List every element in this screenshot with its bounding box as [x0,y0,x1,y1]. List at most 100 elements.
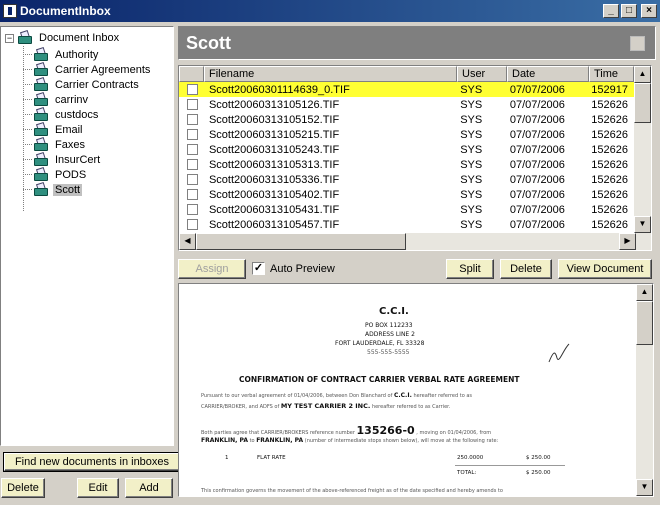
cell-date: 07/07/2006 [509,203,565,216]
vertical-scrollbar[interactable]: ▲ ▼ [634,66,651,233]
tree-item-label: carrinv [55,93,89,106]
doc-total-label: TOTAL: [457,470,477,476]
row-checkbox[interactable] [187,159,198,170]
tree-item-email[interactable]: Email [23,121,85,137]
tree-edit-button[interactable]: Edit [77,478,119,498]
close-button[interactable]: × [641,4,657,18]
document-preview[interactable]: C.C.I. PO BOX 112233 ADDRESS LINE 2 FORT… [178,283,654,497]
delete-document-button[interactable]: Delete [500,259,552,279]
cell-time: 152626 [591,128,629,141]
tree-item-label: Authority [55,48,99,61]
cell-date: 07/07/2006 [509,83,565,96]
tree-item-carrier-agreements[interactable]: Carrier Agreements [23,61,152,77]
tree-item-authority[interactable]: Authority [23,46,100,62]
preview-page: C.C.I. PO BOX 112233 ADDRESS LINE 2 FORT… [179,284,634,496]
preview-scroll-up-icon[interactable]: ▲ [636,284,653,301]
cell-user: SYS [460,113,483,126]
table-row[interactable]: Scott20060313105126.TIF SYS 07/07/2006 1526… [179,97,634,112]
row-checkbox[interactable] [187,219,198,230]
doc-para2-d: to [249,438,255,444]
checkbox-column-header[interactable] [179,66,204,82]
scroll-left-icon[interactable]: ◀ [179,233,196,250]
scroll-down-icon[interactable]: ▼ [634,216,651,233]
preview-vertical-scrollbar[interactable]: ▲ ▼ [636,284,653,496]
cell-date: 07/07/2006 [509,188,565,201]
find-new-documents-button[interactable]: Find new documents in inboxes [3,452,181,472]
auto-preview-option[interactable]: ✓ Auto Preview [252,262,335,275]
split-button[interactable]: Split [446,259,494,279]
doc-para1-c: hereafter referred to as [413,393,473,399]
maximize-button[interactable]: □ [621,4,637,18]
table-row[interactable]: Scott20060313105215.TIF SYS 07/07/2006 1526… [179,127,634,142]
cell-filename: Scott20060313105457.TIF [208,218,340,231]
tree-item-faxes[interactable]: Faxes [23,136,87,152]
table-row[interactable]: Scott20060313105402.TIF SYS 07/07/2006 1526… [179,187,634,202]
tree-item-label: Scott [53,183,83,196]
inbox-tree[interactable]: − Document Inbox Authority Carrier Agreem… [0,26,174,446]
tree-item-custdocs[interactable]: custdocs [23,106,100,122]
tree-root-label: Document Inbox [39,32,120,44]
collapse-icon[interactable]: − [5,33,14,43]
row-checkbox[interactable] [187,144,198,155]
view-document-button[interactable]: View Document [558,259,652,279]
table-row[interactable]: Scott20060313105152.TIF SYS 07/07/2006 1526… [179,112,634,127]
auto-preview-checkbox[interactable]: ✓ [252,262,265,275]
row-checkbox[interactable] [187,84,198,95]
table-row[interactable]: Scott20060313105243.TIF SYS 07/07/2006 1526… [179,142,634,157]
cell-user: SYS [460,173,483,186]
cell-filename: Scott20060313105336.TIF [208,173,340,186]
cell-date: 07/07/2006 [509,143,565,156]
row-checkbox[interactable] [187,129,198,140]
minimize-button[interactable]: _ [603,4,619,18]
column-header-time[interactable]: Time [589,66,634,82]
inbox-tray-icon [33,121,49,137]
cell-user: SYS [460,203,483,216]
doc-line-number: 1 [225,455,229,461]
doc-total-amount: $ 250.00 [526,470,551,476]
tree-item-scott[interactable]: Scott [23,181,83,197]
assign-button[interactable]: Assign [178,259,246,279]
inbox-tray-icon [33,106,49,122]
doc-para1-b: C.C.I. [393,392,412,399]
cell-date: 07/07/2006 [509,128,565,141]
row-checkbox[interactable] [187,114,198,125]
horizontal-scroll-thumb[interactable] [196,233,406,250]
folder-title: Scott [186,33,231,53]
preview-scroll-down-icon[interactable]: ▼ [636,479,653,496]
table-row[interactable]: Scott20060301114639_0.TIF SYS 07/07/2006 15… [179,82,634,97]
row-checkbox[interactable] [187,189,198,200]
table-row[interactable]: Scott20060313105336.TIF SYS 07/07/2006 1526… [179,172,634,187]
doc-para2-c: FRANKLIN, PA [201,437,248,444]
scroll-up-icon[interactable]: ▲ [634,66,651,83]
column-header-user[interactable]: User [457,66,507,82]
tree-item-pods[interactable]: PODS [23,166,88,182]
file-rows: Scott20060301114639_0.TIF SYS 07/07/2006 15… [179,82,634,232]
tree-delete-button[interactable]: Delete [1,478,45,498]
vertical-scroll-thumb[interactable] [634,83,651,123]
cell-user: SYS [460,128,483,141]
row-checkbox[interactable] [187,204,198,215]
tree-item-carrinv[interactable]: carrinv [23,91,90,107]
row-checkbox[interactable] [187,99,198,110]
row-checkbox[interactable] [187,174,198,185]
doc-heading: CONFIRMATION OF CONTRACT CARRIER VERBAL … [239,375,520,384]
tree-add-button[interactable]: Add [125,478,173,498]
cell-time: 152626 [591,98,629,111]
tree-item-label: Carrier Contracts [55,78,139,91]
cell-user: SYS [460,98,483,111]
table-row[interactable]: Scott20060313105431.TIF SYS 07/07/2006 1526… [179,202,634,217]
column-header-filename[interactable]: Filename [204,66,457,82]
scroll-right-icon[interactable]: ▶ [619,233,636,250]
tree-root[interactable]: − Document Inbox [5,29,121,46]
cell-user: SYS [460,143,483,156]
preview-scroll-thumb[interactable] [636,301,653,345]
horizontal-scrollbar[interactable]: ◀ ▶ [179,233,651,250]
doc-para1-a: Pursuant to our verbal agreement of 01/0… [201,393,393,399]
tree-item-insurcert[interactable]: InsurCert [23,151,102,167]
cell-user: SYS [460,158,483,171]
tree-item-carrier-contracts[interactable]: Carrier Contracts [23,76,141,92]
file-list[interactable]: Filename User Date Time Scott20060301114… [178,65,652,251]
table-row[interactable]: Scott20060313105457.TIF SYS 07/07/2006 1526… [179,217,634,232]
column-header-date[interactable]: Date [507,66,589,82]
table-row[interactable]: Scott20060313105313.TIF SYS 07/07/2006 1526… [179,157,634,172]
